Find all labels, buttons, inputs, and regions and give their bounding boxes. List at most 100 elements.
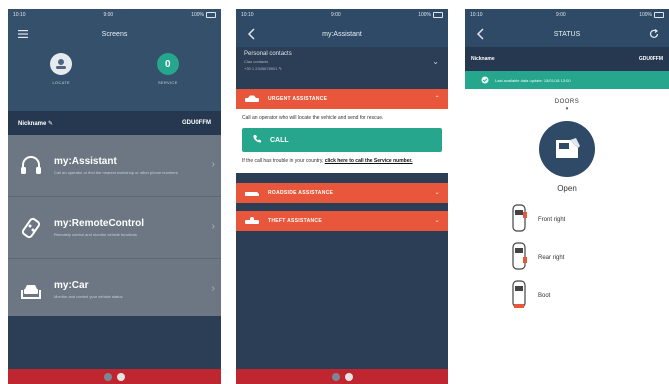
- menu-item-car[interactable]: my:Car Monitor and control your vehicle …: [8, 259, 221, 321]
- chevron-down-icon: ⌄: [434, 190, 440, 196]
- door-list: Front right Rear right Boot: [465, 203, 669, 313]
- menu-item-remote-control[interactable]: my:RemoteControl Remotely control and mo…: [8, 197, 221, 259]
- contacts-subtitle: Ciao contacts: [244, 59, 269, 64]
- battery-icon: [653, 12, 664, 18]
- roadside-assistance-header[interactable]: ROADSIDE ASSISTANCE ⌄: [236, 183, 448, 203]
- chevron-down-icon: ⌄: [434, 218, 440, 224]
- app-title: Screens: [101, 30, 128, 38]
- accordion-title: ROADSIDE ASSISTANCE: [268, 190, 334, 196]
- hamburger-menu-icon[interactable]: [16, 27, 30, 41]
- service-icon: 0: [156, 53, 179, 75]
- check-circle-icon: [481, 76, 489, 85]
- door-name: Rear right: [538, 255, 565, 261]
- top-area: 10:10 9:00 100% STATUS: [465, 9, 669, 47]
- call-label: CALL: [270, 136, 289, 144]
- mode-selector: LOCATE 0 SERVICE: [8, 47, 221, 111]
- status-battery-text: 100%: [191, 12, 204, 18]
- menu-subtitle: Call an operator or find the nearest wor…: [54, 170, 178, 175]
- banner-text: Last available data update: 15/01/18 13:…: [495, 77, 571, 83]
- chevron-up-icon: ⌃: [434, 96, 440, 102]
- pencil-icon[interactable]: ✎: [279, 66, 282, 71]
- menu-title: my:RemoteControl: [54, 218, 145, 229]
- personal-contacts[interactable]: Personal contacts Ciao contacts +39 1 23…: [236, 47, 448, 89]
- profile-dot-icon: [344, 372, 353, 381]
- theft-assistance-header[interactable]: THEFT ASSISTANCE ⌄: [236, 211, 448, 231]
- nav-bar: my:Assistant: [236, 21, 448, 47]
- accordion-title: THEFT ASSISTANCE: [268, 218, 322, 224]
- door-name: Front right: [538, 217, 566, 223]
- service-number-link[interactable]: click here to call the Service number.: [325, 158, 413, 164]
- door-row-rear-right: Rear right: [465, 241, 669, 275]
- status-time: 9:00: [103, 12, 114, 18]
- refresh-icon[interactable]: [647, 27, 661, 41]
- status-bar: 10:10 9:00 100%: [236, 9, 448, 21]
- nickname-label: Nickname: [18, 120, 47, 127]
- car-top-view-icon: [510, 241, 528, 276]
- bottom-area: [8, 316, 221, 372]
- chevron-right-icon: ›: [211, 159, 215, 170]
- headset-icon: [18, 153, 44, 179]
- door-row-boot: Boot: [465, 279, 669, 313]
- phone-icon: [252, 134, 262, 146]
- back-arrow-icon[interactable]: [244, 27, 258, 41]
- nav-bar: STATUS: [465, 21, 669, 47]
- home-dot-icon: [104, 372, 112, 381]
- status-bar: 10:10 9:00 100%: [8, 9, 221, 21]
- car-top-view-icon: [510, 279, 528, 314]
- open-label: Open: [557, 184, 577, 193]
- bottom-red-bar: [236, 369, 448, 384]
- remote-icon: [18, 215, 44, 241]
- car-alert-icon: [244, 95, 260, 103]
- accordion-title: URGENT ASSISTANCE: [268, 96, 328, 102]
- mode-service[interactable]: 0 SERVICE: [156, 53, 179, 85]
- back-arrow-icon[interactable]: [473, 27, 487, 41]
- nickname-value: GDU0FFM: [182, 120, 211, 126]
- pencil-icon[interactable]: ✎: [48, 121, 53, 127]
- doors-section: DOORS ▾ Open Front right Rear right Boot: [465, 89, 669, 313]
- battery-icon: [432, 12, 443, 18]
- contacts-title: Personal contacts: [244, 51, 292, 57]
- top-area: 10:10 9:00 100% Screens: [8, 9, 221, 47]
- menu-subtitle: Remotely control and monitor vehicle fun…: [54, 232, 137, 237]
- door-row-front-right: Front right: [465, 203, 669, 237]
- open-door-icon: [539, 121, 595, 177]
- footer-text: If the call has trouble in your country,: [242, 158, 324, 164]
- menu-subtitle: Monitor and control your vehicle status: [54, 294, 123, 299]
- urgent-description: Call an operator who will locate the veh…: [242, 115, 384, 121]
- chevron-down-icon[interactable]: ⌄: [432, 57, 439, 66]
- home-dot-icon: [331, 372, 340, 381]
- menu-title: my:Assistant: [54, 156, 117, 167]
- screen-title: STATUS: [553, 30, 581, 38]
- urgent-assistance-header[interactable]: URGENT ASSISTANCE ⌃: [236, 89, 448, 109]
- door-name: Boot: [538, 293, 551, 299]
- status-bar: 10:10 9:00 100%: [465, 9, 669, 21]
- status-time: 9:00: [330, 12, 341, 18]
- mode-label: SERVICE: [157, 80, 178, 85]
- locate-icon: [50, 53, 73, 75]
- nav-bar: Screens: [8, 21, 221, 47]
- mode-locate[interactable]: LOCATE: [50, 53, 73, 85]
- status-battery-text: 100%: [418, 12, 431, 18]
- car-top-view-icon: [510, 203, 528, 238]
- screen-title: my:Assistant: [322, 30, 362, 38]
- contacts-number: +39 1 2345678901: [244, 66, 278, 71]
- phone-assistant-screen: 10:10 9:00 100% my:Assistant Personal co…: [236, 9, 448, 384]
- menu-title: my:Car: [54, 280, 89, 291]
- status-time: 9:00: [555, 12, 566, 18]
- caret-down-icon[interactable]: ▾: [566, 106, 569, 112]
- battery-icon: [205, 12, 216, 18]
- car-hand-icon: [18, 277, 44, 303]
- main-menu: my:Assistant Call an operator or find th…: [8, 135, 221, 321]
- status-carrier: 10:10: [241, 12, 254, 18]
- nickname-row: Nickname GDU0FFM: [465, 47, 669, 71]
- car-theft-icon: [244, 217, 260, 225]
- bottom-red-bar: [8, 369, 221, 384]
- menu-item-assistant[interactable]: my:Assistant Call an operator or find th…: [8, 135, 221, 197]
- status-carrier: 10:10: [13, 12, 26, 18]
- nickname-row[interactable]: Nickname ✎ GDU0FFM: [8, 111, 221, 135]
- doors-label: DOORS: [554, 99, 580, 105]
- phone-home-screen: 10:10 9:00 100% Screens LOCATE 0 SERVICE…: [8, 9, 221, 384]
- update-banner: Last available data update: 15/01/18 13:…: [465, 71, 669, 89]
- call-button[interactable]: CALL: [242, 128, 442, 152]
- profile-dot-icon: [117, 372, 125, 381]
